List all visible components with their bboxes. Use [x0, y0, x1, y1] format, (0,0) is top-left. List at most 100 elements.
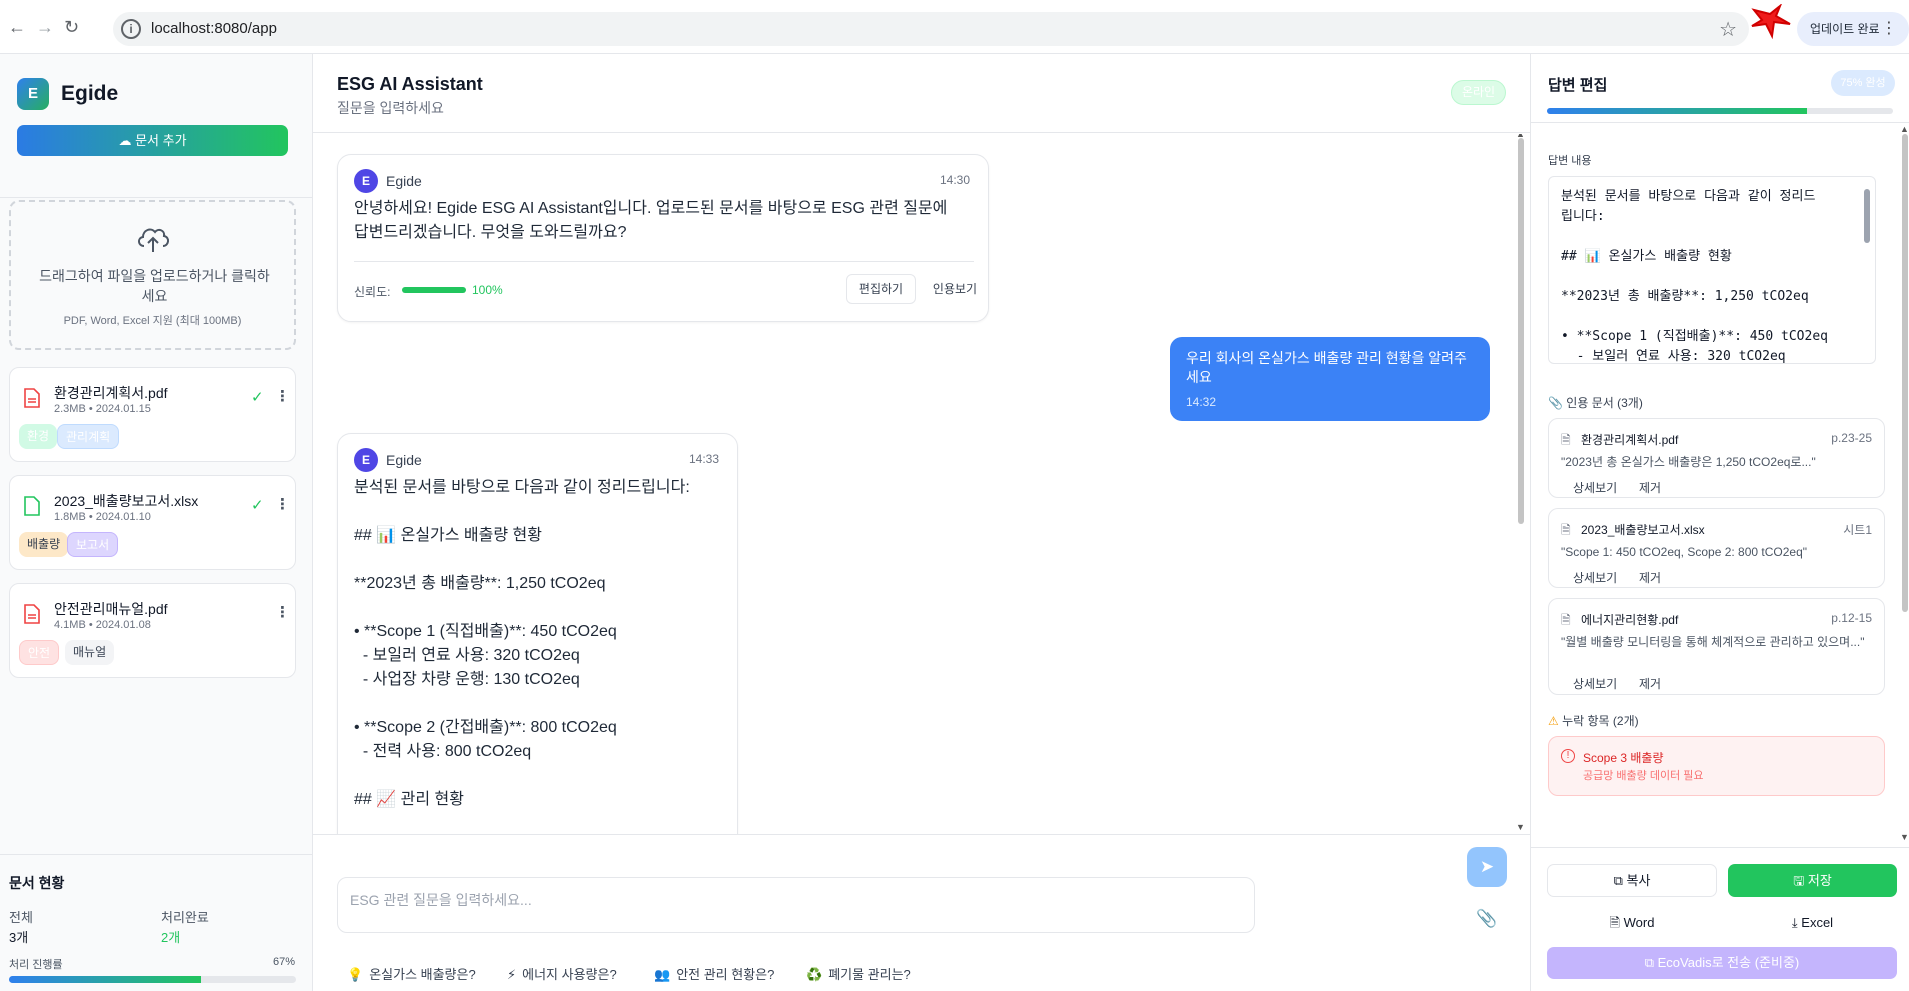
update-complete-button[interactable]: 업데이트 완료 ⋮ [1797, 12, 1909, 46]
scroll-down-icon[interactable]: ▼ [1516, 822, 1525, 832]
suggestion-chip[interactable]: ♻️ 폐기물 관리는? [806, 964, 911, 983]
more-options-icon[interactable]: ⋮ [275, 495, 290, 513]
citation-quote: "Scope 1: 450 tCO2eq, Scope 2: 800 tCO2e… [1561, 545, 1808, 559]
more-options-icon[interactable]: ⋮ [275, 387, 290, 405]
save-label: 저장 [1807, 873, 1832, 888]
file-tag: 환경 [19, 424, 58, 449]
add-document-label: 문서 추가 [135, 133, 187, 148]
citation-name: 에너지관리현황.pdf [1581, 613, 1679, 627]
excel-label: Excel [1801, 915, 1834, 930]
message-line: 안녕하세요! Egide ESG AI Assistant입니다. 업로드된 문… [354, 200, 948, 217]
url-text: localhost:8080/app [151, 20, 277, 37]
suggestion-label: 온실가스 배출량은? [369, 967, 476, 982]
message-line: • **Scope 2 (간접배출)**: 800 tCO2eq [354, 719, 617, 736]
citation-card: 🗎 에너지관리현황.pdf p.12-15 "월별 배출량 모니터링을 통해 체… [1548, 598, 1885, 695]
remove-button[interactable]: 제거 [1639, 569, 1661, 586]
remove-button[interactable]: 제거 [1639, 675, 1661, 692]
cloud-upload-icon: ☁ [118, 133, 132, 148]
message-line: - 사업장 차량 운행: 130 tCO2eq [354, 671, 580, 688]
remove-button[interactable]: 제거 [1639, 479, 1661, 496]
message-line: 답변드리겠습니다. 무엇을 도와드릴까요? [354, 224, 627, 241]
edit-button[interactable]: 편집하기 [846, 274, 916, 304]
editor-scroll-area[interactable]: 답변 내용 분석된 문서를 바탕으로 다음과 같이 정리드 립니다: ## 📊 … [1531, 124, 1909, 899]
file-dropzone[interactable]: 드래그하여 파일을 업로드하거나 클릭하세요 PDF, Word, Excel … [9, 200, 296, 350]
cite-button[interactable]: 인용보기 [924, 274, 986, 304]
suggestion-chip[interactable]: ⚡ 에너지 사용량은? [507, 964, 617, 983]
ecovadis-send-button[interactable]: ⧉ EcoVadis로 전송 (준비중) [1547, 947, 1897, 979]
message-text: 우리 회사의 온실가스 배출량 관리 현황을 알려주세요 [1186, 350, 1467, 385]
panel-scrollbar[interactable] [1902, 134, 1908, 612]
suggestion-chip[interactable]: 👥 안전 관리 현황은? [654, 964, 774, 983]
excel-export-button[interactable]: ⤓ Excel [1728, 906, 1897, 939]
detail-button[interactable]: 상세보기 [1573, 675, 1617, 692]
back-icon[interactable]: ← [8, 17, 26, 38]
confidence-bar-fill [402, 287, 466, 293]
message-list[interactable]: ▲ ▼ E Egide 14:30 안녕하세요! Egide ESG AI As… [313, 134, 1530, 834]
paperclip-icon: 📎 [1476, 909, 1498, 928]
scroll-down-icon[interactable]: ▼ [1900, 832, 1909, 842]
chat-panel: ESG AI Assistant 질문을 입력하세요 온라인 ▲ ▼ E Egi… [313, 54, 1530, 991]
send-button[interactable]: ➤ [1467, 847, 1507, 887]
scroll-up-icon[interactable]: ▲ [1516, 134, 1525, 139]
progress-label: 처리 진행률 [9, 959, 63, 971]
chat-header: ESG AI Assistant 질문을 입력하세요 온라인 [313, 54, 1530, 133]
completion-bar-fill [1547, 108, 1807, 114]
file-card[interactable]: 안전관리매뉴얼.pdf 4.1MB • 2024.01.08 ⋮ 안전 매뉴얼 [9, 583, 296, 678]
add-document-button[interactable]: ☁ 문서 추가 [17, 125, 288, 156]
message-time: 14:32 [1186, 395, 1217, 409]
citations-label: 📎 인용 문서 (3개) [1548, 394, 1643, 411]
reload-icon[interactable]: ↻ [64, 17, 79, 38]
citation-page: 시트1 [1843, 523, 1872, 537]
done-label: 처리완료 [161, 910, 209, 925]
logo-badge: E [17, 78, 49, 110]
save-icon: 🖫 [1793, 873, 1808, 888]
forward-icon[interactable]: → [36, 17, 54, 38]
avatar: E [354, 169, 378, 193]
completion-badge: 75% 완성 [1831, 70, 1895, 96]
copy-icon: ⧉ [1613, 873, 1627, 888]
answer-textarea[interactable]: 분석된 문서를 바탕으로 다음과 같이 정리드 립니다: ## 📊 온실가스 배… [1548, 176, 1876, 364]
document-stats: 문서 현황 전체 3개 처리완료 2개 처리 진행률 67% [0, 854, 312, 991]
question-input[interactable]: ESG 관련 질문을 입력하세요... [337, 877, 1255, 933]
suggestion-label: 폐기물 관리는? [828, 967, 911, 982]
file-meta: 2.3MB • 2024.01.15 [54, 403, 151, 415]
divider [354, 261, 974, 262]
message-line [354, 548, 690, 572]
document-icon: 🗎 [1561, 523, 1571, 537]
citation-name: 2023_배출량보고서.xlsx [1581, 523, 1705, 537]
completion-bar [1547, 108, 1893, 114]
textarea-scrollbar[interactable] [1864, 189, 1870, 243]
more-options-icon[interactable]: ⋮ [275, 603, 290, 621]
copy-button[interactable]: ⧉ 복사 [1547, 864, 1717, 897]
suggestion-chip[interactable]: 💡 온실가스 배출량은? [347, 964, 476, 983]
message-line [354, 764, 690, 788]
bot-message: E Egide 14:30 안녕하세요! Egide ESG AI Assist… [337, 154, 989, 322]
site-info-icon[interactable]: i [121, 19, 141, 39]
status-badge: 온라인 [1451, 80, 1506, 105]
menu-dots-icon[interactable]: ⋮ [1881, 12, 1897, 46]
file-meta: 4.1MB • 2024.01.08 [54, 619, 151, 631]
lightning-icon: ⚡ [507, 967, 517, 982]
word-export-button[interactable]: 🗎 Word [1547, 906, 1717, 939]
bot-message: E Egide 14:33 분석된 문서를 바탕으로 다음과 같이 정리드립니다… [337, 433, 738, 834]
message-line: 분석된 문서를 바탕으로 다음과 같이 정리드립니다: [354, 479, 690, 496]
file-card[interactable]: 2023_배출량보고서.xlsx 1.8MB • 2024.01.10 ✓ ⋮ … [9, 475, 296, 570]
scroll-up-icon[interactable]: ▲ [1900, 124, 1909, 134]
detail-button[interactable]: 상세보기 [1573, 479, 1617, 496]
message-text: 안녕하세요! Egide ESG AI Assistant입니다. 업로드된 문… [354, 197, 947, 245]
editor-line: ## 📊 온실가스 배출량 현황 [1561, 249, 1732, 264]
people-icon: 👥 [654, 967, 671, 982]
scrollbar[interactable] [1518, 138, 1524, 524]
message-line: - 보일러 연료 사용: 320 tCO2eq [354, 647, 580, 664]
attach-button[interactable]: 📎 [1467, 899, 1507, 939]
citation-card: 🗎 2023_배출량보고서.xlsx 시트1 "Scope 1: 450 tCO… [1548, 508, 1885, 588]
bookmark-star-icon[interactable]: ☆ [1719, 17, 1737, 42]
file-card[interactable]: 환경관리계획서.pdf 2.3MB • 2024.01.15 ✓ ⋮ 환경 관리… [9, 367, 296, 462]
message-line [354, 692, 690, 716]
save-button[interactable]: 🖫 저장 [1728, 864, 1897, 897]
done-value: 2개 [161, 930, 181, 945]
detail-button[interactable]: 상세보기 [1573, 569, 1617, 586]
chat-title: ESG AI Assistant [337, 74, 483, 94]
dropzone-subtext: PDF, Word, Excel 지원 (최대 100MB) [63, 315, 242, 327]
address-bar[interactable]: i localhost:8080/app ☆ [113, 12, 1749, 46]
